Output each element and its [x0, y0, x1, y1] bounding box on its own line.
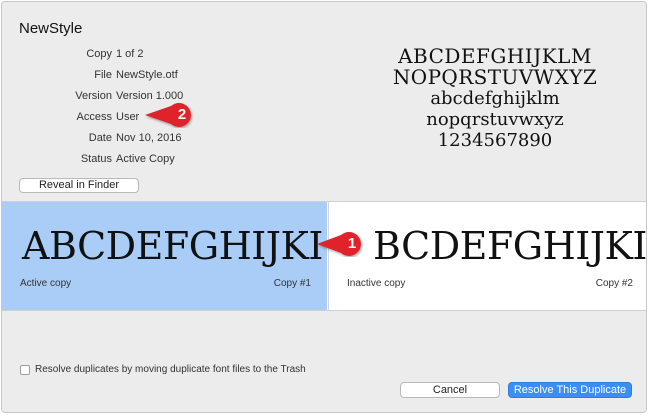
duplicate-font-window: NewStyle Copy 1 of 2 File NewStyle.otf V…: [1, 1, 647, 413]
info-label: Access: [76, 111, 112, 123]
info-row-status: Status Active Copy: [2, 151, 175, 167]
info-row-version: Version Version 1.000: [2, 88, 183, 104]
sample-line-uppercase-1: ABCDEFGHIJKLM: [398, 44, 592, 68]
info-row-access: Access User: [2, 109, 140, 125]
info-value: 1 of 2: [116, 48, 144, 60]
sample-line-lowercase-1: abcdefghijklm: [430, 88, 560, 109]
active-copy-sample: ABCDEFGHIJKI: [22, 224, 323, 268]
inactive-copy-status: Inactive copy: [347, 278, 406, 289]
callout-2-number: 2: [177, 106, 187, 123]
reveal-in-finder-button[interactable]: Reveal in Finder: [19, 178, 139, 193]
info-value: Active Copy: [116, 153, 175, 165]
font-title: NewStyle: [19, 20, 83, 37]
resolve-duplicates-label: Resolve duplicates by moving duplicate f…: [35, 364, 306, 375]
sample-line-lowercase-2: nopqrstuvwxyz: [426, 109, 564, 130]
resolve-duplicate-button[interactable]: Resolve This Duplicate: [508, 382, 632, 398]
cancel-button[interactable]: Cancel: [400, 382, 500, 398]
info-label: Date: [88, 132, 112, 144]
inactive-copy-sample: BCDEFGHIJKI: [373, 224, 647, 268]
info-value: Nov 10, 2016: [116, 132, 182, 144]
callout-1-annotation: 1: [315, 231, 377, 257]
active-copy-pane[interactable]: ABCDEFGHIJKI Active copy Copy #1: [2, 202, 327, 310]
info-label: Status: [80, 153, 112, 165]
info-label: Version: [75, 90, 112, 102]
inactive-copy-number: Copy #2: [595, 278, 633, 289]
info-row-file: File NewStyle.otf: [2, 67, 177, 83]
info-label: File: [94, 69, 112, 81]
active-copy-number: Copy #1: [273, 278, 311, 289]
font-sample-preview: ABCDEFGHIJKLM NOPQRSTUVWXYZ abcdefghijkl…: [380, 44, 610, 152]
info-value: NewStyle.otf: [116, 69, 178, 81]
sample-line-digits: 1234567890: [437, 130, 553, 151]
info-row-date: Date Nov 10, 2016: [2, 130, 182, 146]
active-copy-status: Active copy: [20, 278, 72, 289]
callout-1-number: 1: [347, 235, 357, 252]
sample-line-uppercase-2: NOPQRSTUVWXYZ: [392, 65, 598, 89]
callout-2-annotation: 2: [143, 102, 209, 128]
info-label: Copy: [86, 48, 112, 60]
resolve-duplicates-checkbox[interactable]: [20, 365, 30, 375]
info-row-copy: Copy 1 of 2: [2, 46, 143, 62]
info-value: User: [116, 111, 140, 123]
